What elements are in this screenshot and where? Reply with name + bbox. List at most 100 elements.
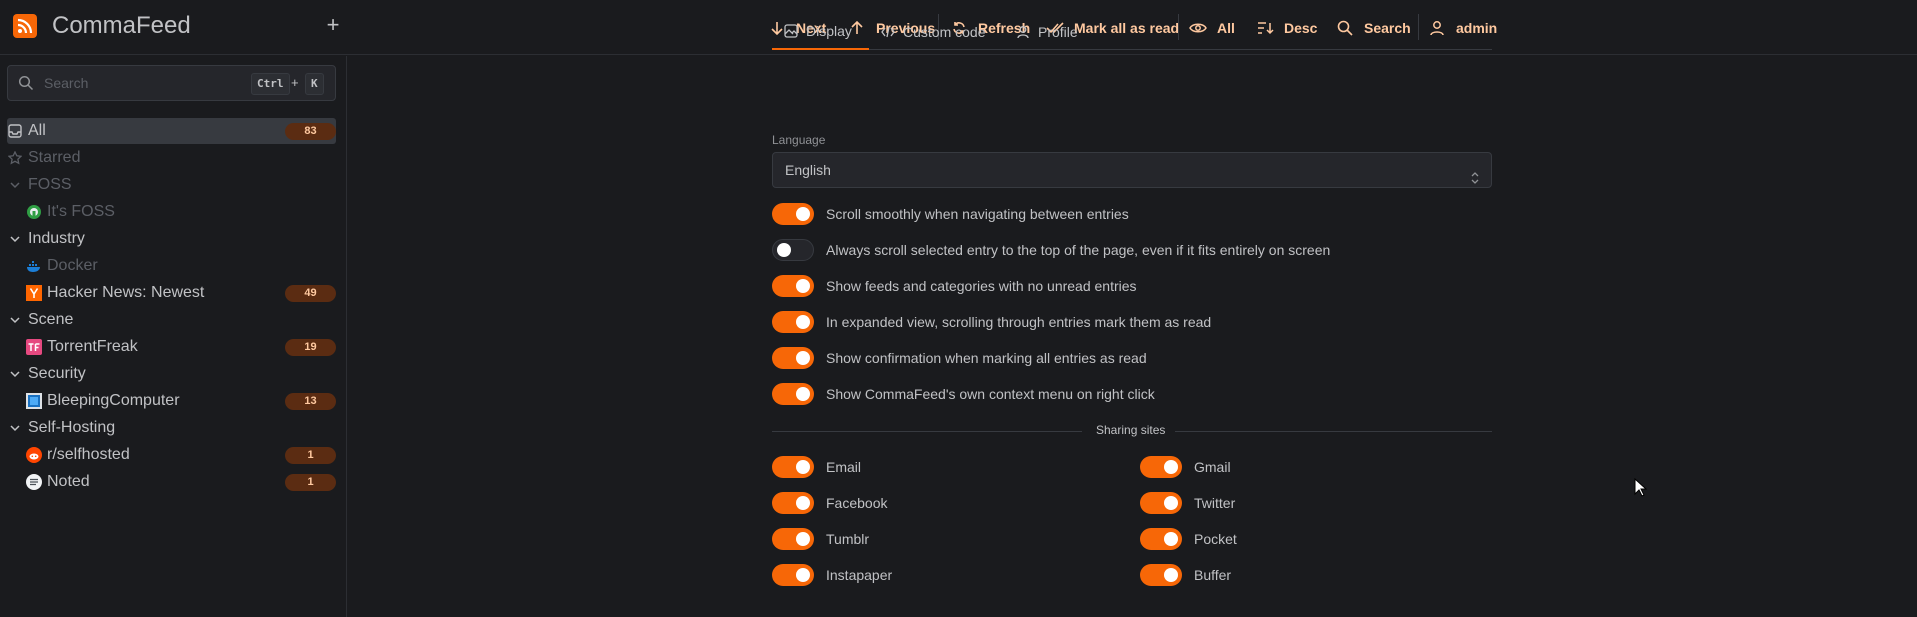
sidebar-category-foss[interactable]: FOSS [7,172,336,198]
chevron-down-icon [7,231,23,247]
language-select[interactable]: English [772,152,1492,188]
toggle-label: Buffer [1194,567,1232,583]
sidebar-category-scene[interactable]: Scene [7,307,336,333]
star-icon [7,150,23,166]
sidebar-item-label: BleepingComputer [47,392,180,409]
search-icon [18,75,34,96]
chevron-down-icon [7,177,23,193]
toggle-share-gmail[interactable]: Gmail [1140,456,1231,478]
toggle-share-buffer[interactable]: Buffer [1140,564,1231,586]
switch[interactable] [772,275,814,297]
mouse-cursor-icon [1634,477,1648,503]
switch[interactable] [772,528,814,550]
switch[interactable] [772,239,814,261]
sidebar-item-label: FOSS [28,176,72,193]
sidebar-feed-docker[interactable]: Docker [26,253,336,279]
sidebar-item-all[interactable]: All 83 [7,118,336,144]
sidebar-feed-hacker-news[interactable]: Hacker News: Newest 49 [26,280,336,306]
switch[interactable] [772,311,814,333]
tab-label: Custom code [903,24,986,40]
noted-favicon-icon [26,474,42,490]
switch[interactable] [1140,492,1182,514]
hacker-news-favicon-icon [26,285,42,301]
sidebar-feed-r-selfhosted[interactable]: r/selfhosted 1 [26,442,336,468]
switch[interactable] [772,203,814,225]
switch[interactable] [772,456,814,478]
toggle-scroll-smoothly[interactable]: Scroll smoothly when navigating between … [772,203,1129,225]
toggle-share-instapaper[interactable]: Instapaper [772,564,892,586]
toggle-label: Scroll smoothly when navigating between … [826,206,1129,222]
sidebar-item-label: Self-Hosting [28,419,116,436]
divider-line [772,431,1082,432]
tab-label: Profile [1038,24,1078,40]
app-root: CommaFeed + Next Previous Refresh Mark a… [0,0,1917,617]
reddit-favicon-icon [26,447,42,463]
tab-custom-code[interactable]: Custom code [869,14,997,50]
switch[interactable] [772,564,814,586]
torrentfreak-favicon-icon [26,339,42,355]
toggle-share-email[interactable]: Email [772,456,861,478]
chevron-down-icon [7,312,23,328]
add-subscription-button[interactable]: + [322,14,344,36]
shortcut-key-ctrl: Ctrl [251,73,290,95]
sidebar-item-label: Scene [28,311,74,328]
shortcut-key-k: K [305,73,324,95]
switch[interactable] [1140,456,1182,478]
unread-badge: 1 [285,474,336,491]
sidebar-item-label: TorrentFreak [47,338,138,355]
toggle-share-facebook[interactable]: Facebook [772,492,887,514]
toggle-show-empty-feeds[interactable]: Show feeds and categories with no unread… [772,275,1137,297]
sidebar-feed-bleepingcomputer[interactable]: BleepingComputer 13 [26,388,336,414]
toggle-label: In expanded view, scrolling through entr… [826,314,1212,330]
toggle-label: Facebook [826,495,888,511]
toggle-always-scroll-top[interactable]: Always scroll selected entry to the top … [772,239,1330,261]
rss-logo-icon [13,14,37,38]
its-foss-favicon-icon [26,204,42,220]
language-label: Language [772,133,826,147]
toggle-label: Tumblr [826,531,870,547]
sidebar-category-industry[interactable]: Industry [7,226,336,252]
settings-panel [348,56,1917,617]
switch[interactable] [772,383,814,405]
sidebar-item-label: Industry [28,230,85,247]
sidebar-item-label: Hacker News: Newest [47,284,205,301]
language-value: English [785,162,831,178]
sidebar-item-starred[interactable]: Starred [7,145,336,171]
divider-line [1175,431,1492,432]
toggle-share-tumblr[interactable]: Tumblr [772,528,869,550]
inbox-icon [7,123,23,139]
tab-profile[interactable]: Profile [1004,14,1090,50]
sidebar-feed-noted[interactable]: Noted 1 [26,469,336,495]
switch[interactable] [772,347,814,369]
toggle-scroll-mark-read[interactable]: In expanded view, scrolling through entr… [772,311,1211,333]
sidebar-item-label: All [28,122,46,139]
toggle-label: Email [826,459,862,475]
bleepingcomputer-favicon-icon [26,393,42,409]
switch[interactable] [1140,564,1182,586]
sidebar-item-label: Noted [47,473,90,490]
sidebar-category-self-hosting[interactable]: Self-Hosting [7,415,336,441]
photo-icon [784,24,798,38]
toggle-share-twitter[interactable]: Twitter [1140,492,1235,514]
toggle-mark-all-confirmation[interactable]: Show confirmation when marking all entri… [772,347,1147,369]
shortcut-plus: + [291,75,299,90]
chevron-down-icon [7,420,23,436]
settings-tabs: Display Custom code Profile [772,14,1492,50]
toggle-label: Show feeds and categories with no unread… [826,278,1137,294]
toggle-label: Show confirmation when marking all entri… [826,350,1147,366]
switch[interactable] [772,492,814,514]
unread-badge: 13 [285,393,336,410]
toggle-label: Twitter [1194,495,1236,511]
sidebar-search-input[interactable]: Search Ctrl + K [7,65,336,101]
sidebar-feed-its-foss[interactable]: It's FOSS [26,199,336,225]
code-icon [881,25,895,39]
sidebar-feed-torrentfreak[interactable]: TorrentFreak 19 [26,334,336,360]
toggle-share-pocket[interactable]: Pocket [1140,528,1237,550]
unread-badge: 19 [285,339,336,356]
docker-favicon-icon [26,258,42,274]
sidebar-category-security[interactable]: Security [7,361,336,387]
tab-display[interactable]: Display [772,14,869,50]
chevron-down-icon [7,366,23,382]
toggle-context-menu[interactable]: Show CommaFeed's own context menu on rig… [772,383,1155,405]
switch[interactable] [1140,528,1182,550]
